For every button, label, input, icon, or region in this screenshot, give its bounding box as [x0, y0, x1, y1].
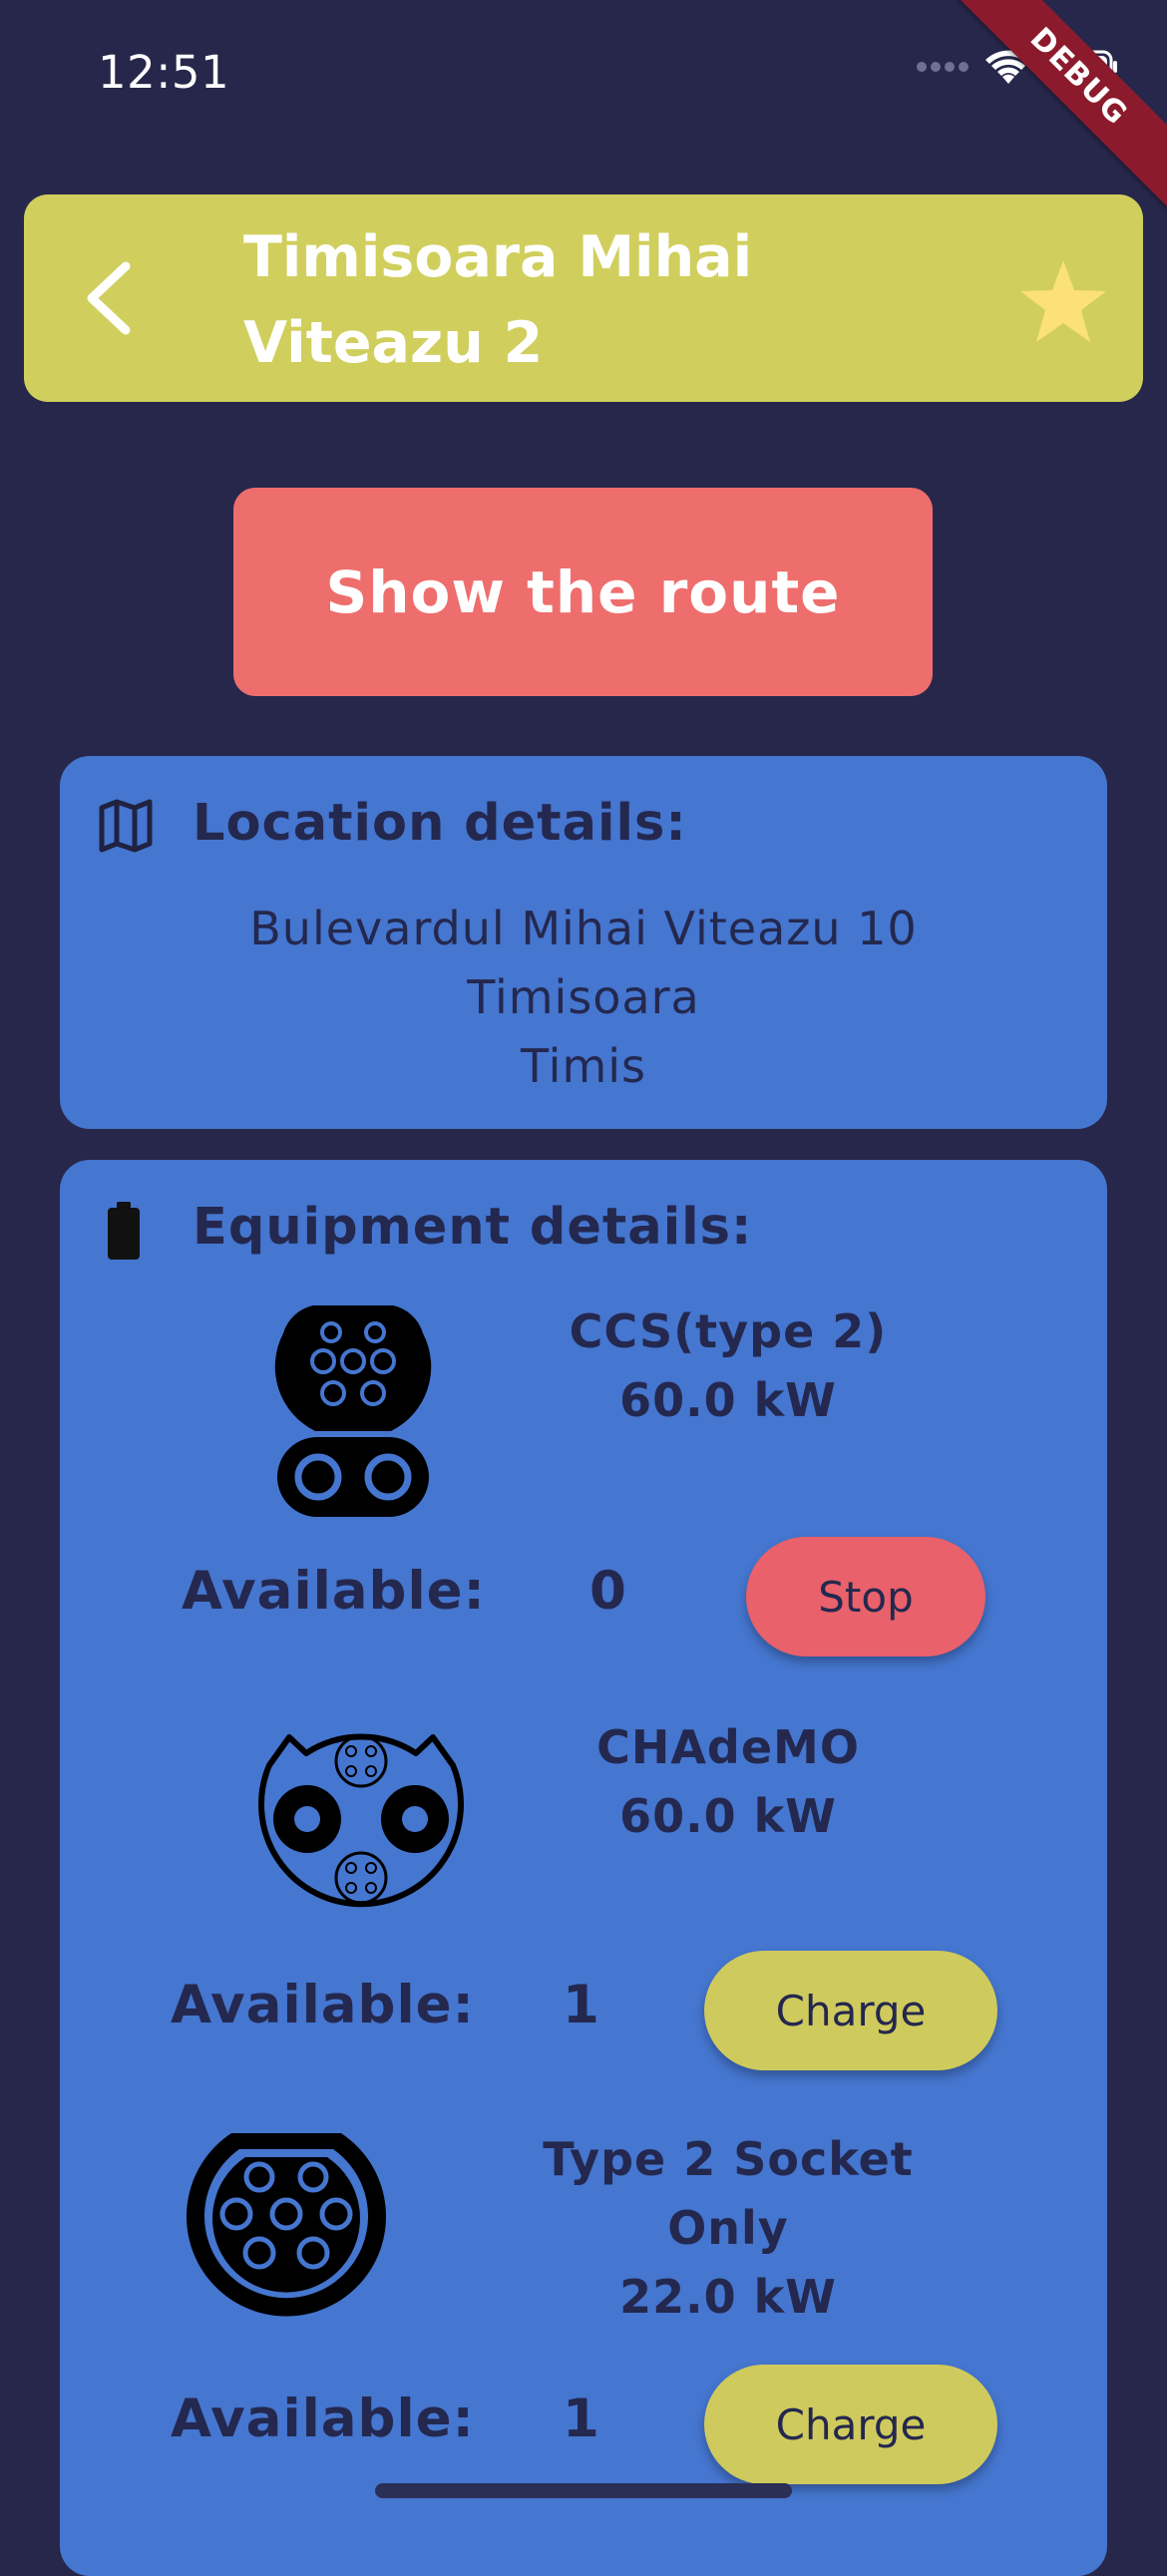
connector-row-type2: Type 2 Socket Only 22.0 kW Available: 1 … — [60, 2127, 1107, 2486]
type2-connector-icon — [187, 2133, 386, 2317]
stop-button[interactable]: Stop — [746, 1537, 985, 1656]
connector-row-chademo: CHAdeMO 60.0 kW Available: 1 Charge — [60, 1713, 1107, 2072]
debug-banner: DEBUG — [941, 0, 1167, 214]
available-count: 1 — [563, 1975, 599, 2035]
address-city: Timisoara — [467, 970, 700, 1024]
connector-row-ccs: CCS(type 2) 60.0 kW Available: 0 Stop — [60, 1299, 1107, 1658]
connector-type: CHAdeMO — [596, 1720, 860, 1774]
charge-button[interactable]: Charge — [704, 1951, 997, 2070]
connector-info: CCS(type 2) 60.0 kW — [559, 1297, 898, 1435]
connector-power: 22.0 kW — [619, 2270, 837, 2324]
ccs-connector-icon — [274, 1305, 432, 1517]
status-time: 12:51 — [98, 46, 230, 99]
connector-info: Type 2 Socket Only 22.0 kW — [499, 2125, 958, 2332]
available-label: Available: — [182, 1561, 486, 1622]
chademo-connector-icon — [258, 1733, 464, 1908]
connector-type: Type 2 Socket Only — [543, 2132, 914, 2255]
station-title-line1: Timisoara Mihai — [243, 224, 753, 290]
connector-power: 60.0 kW — [619, 1373, 837, 1427]
location-title: Location details: — [193, 794, 687, 853]
available-label: Available: — [171, 1975, 475, 2035]
connector-type: CCS(type 2) — [569, 1304, 888, 1358]
station-title-line2: Viteazu 2 — [243, 310, 544, 376]
home-indicator — [375, 2483, 792, 2498]
available-count: 1 — [563, 2389, 599, 2449]
equipment-card: Equipment details: CCS(type 2) 60.0 kW A… — [60, 1160, 1107, 2576]
connector-power: 60.0 kW — [619, 1789, 837, 1843]
available-label: Available: — [171, 2389, 475, 2449]
address-county: Timis — [520, 1039, 647, 1093]
station-title: Timisoara Mihai Viteazu 2 — [243, 214, 842, 386]
connector-info: CHAdeMO 60.0 kW — [559, 1713, 898, 1851]
battery-icon — [108, 1202, 140, 1260]
equipment-title: Equipment details: — [193, 1198, 753, 1257]
charge-button[interactable]: Charge — [704, 2365, 997, 2484]
station-header: Timisoara Mihai Viteazu 2 — [24, 194, 1143, 402]
star-icon — [1020, 260, 1106, 342]
location-card: Location details: Bulevardul Mihai Vitea… — [60, 756, 1107, 1129]
signal-icon — [917, 62, 969, 72]
back-button[interactable] — [64, 250, 160, 346]
available-count: 0 — [589, 1561, 626, 1622]
address-street: Bulevardul Mihai Viteazu 10 — [249, 902, 918, 955]
chevron-left-icon — [87, 261, 131, 335]
favorite-button[interactable] — [1013, 252, 1113, 352]
show-route-button[interactable]: Show the route — [233, 488, 933, 696]
map-icon — [99, 799, 153, 853]
